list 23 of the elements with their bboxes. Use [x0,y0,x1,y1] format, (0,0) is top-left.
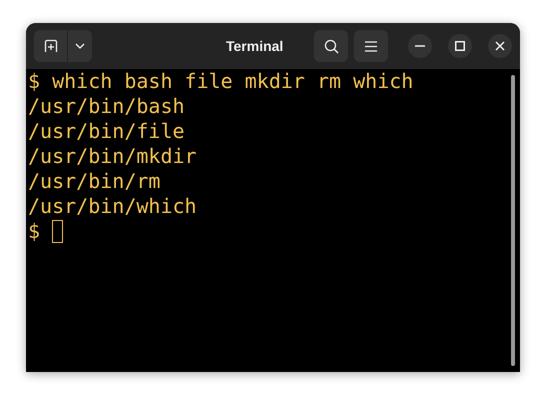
terminal-line: $ which bash file mkdir rm which [28,69,414,94]
maximize-icon [455,41,465,51]
terminal-line: /usr/bin/mkdir [28,144,198,169]
caret-icon [75,43,85,49]
search-button[interactable] [314,30,348,62]
prompt: $ [28,219,40,244]
window-title: Terminal [226,38,284,54]
terminal-line: /usr/bin/which [28,194,198,219]
maximize-button[interactable] [448,34,472,58]
text-cursor [52,220,64,243]
terminal-line: /usr/bin/rm [28,169,162,194]
minimize-icon [415,45,425,47]
new-tab-button[interactable] [34,30,68,62]
menu-icon [365,40,377,52]
new-tab-icon [44,39,58,53]
close-button[interactable] [488,34,512,58]
terminal-line: /usr/bin/bash [28,94,186,119]
close-icon [495,41,505,51]
search-icon [324,38,338,54]
terminal-line: /usr/bin/file [28,119,186,144]
minimize-button[interactable] [408,34,432,58]
scrollbar[interactable] [511,75,515,366]
menu-button[interactable] [354,30,388,62]
